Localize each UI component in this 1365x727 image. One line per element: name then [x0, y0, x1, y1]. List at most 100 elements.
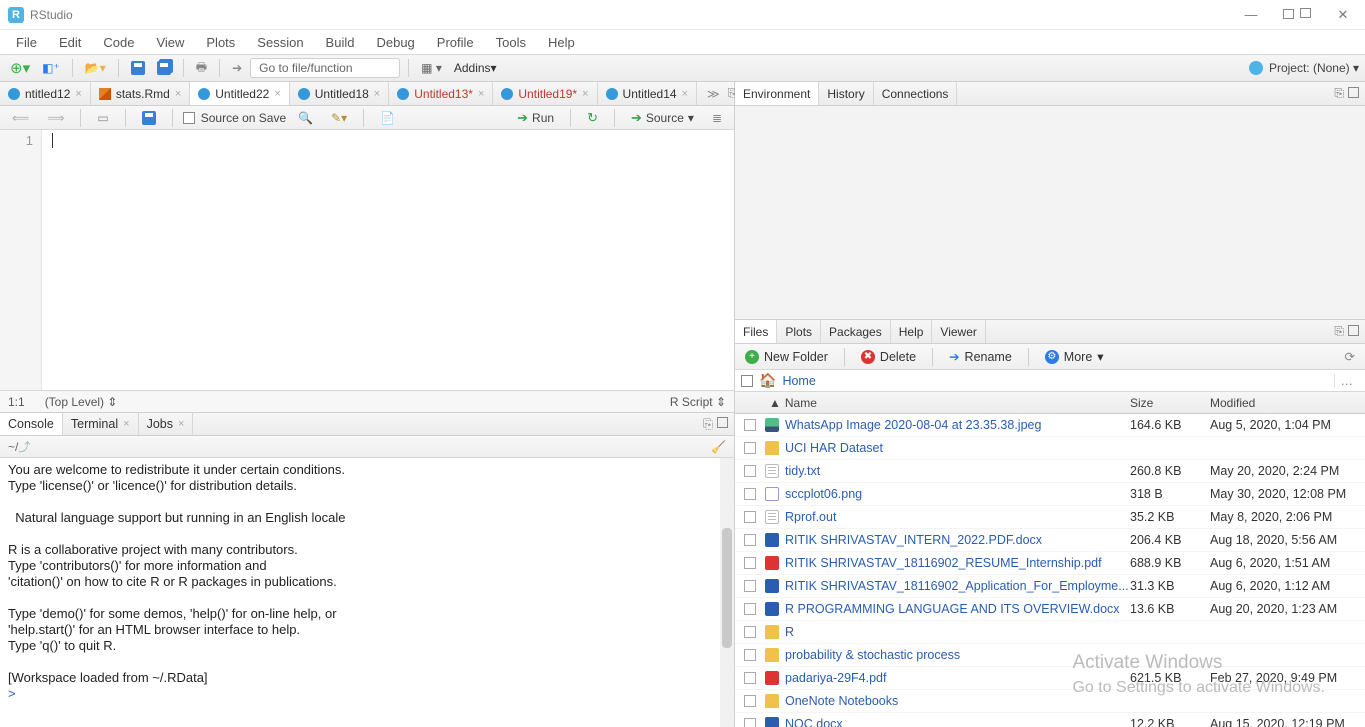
- file-row[interactable]: RITIK SHRIVASTAV_INTERN_2022.PDF.docx206…: [735, 529, 1365, 552]
- env-tab-environment[interactable]: Environment: [735, 82, 819, 105]
- save-all-button[interactable]: [153, 59, 175, 77]
- file-row[interactable]: RITIK SHRIVASTAV_18116902_Application_Fo…: [735, 575, 1365, 598]
- file-checkbox[interactable]: [744, 672, 756, 684]
- new-folder-button[interactable]: +New Folder: [741, 348, 832, 366]
- file-row[interactable]: WhatsApp Image 2020-08-04 at 23.35.38.jp…: [735, 414, 1365, 437]
- files-tab-packages[interactable]: Packages: [821, 320, 891, 343]
- back-button[interactable]: ⟸: [6, 109, 35, 127]
- close-tab-icon[interactable]: ×: [178, 418, 184, 430]
- file-row[interactable]: UCI HAR Dataset: [735, 437, 1365, 460]
- file-row[interactable]: R: [735, 621, 1365, 644]
- delete-button[interactable]: ✖Delete: [857, 348, 920, 366]
- find-button[interactable]: 🔍: [292, 109, 319, 127]
- scope-selector[interactable]: (Top Level) ⇕: [45, 395, 118, 409]
- menu-profile[interactable]: Profile: [427, 32, 484, 53]
- console-pane-popout-icon[interactable]: ⎘: [703, 417, 713, 432]
- menu-code[interactable]: Code: [93, 32, 144, 53]
- close-tab-icon[interactable]: ×: [374, 88, 380, 100]
- menu-plots[interactable]: Plots: [196, 32, 245, 53]
- file-row[interactable]: probability & stochastic process: [735, 644, 1365, 667]
- col-size[interactable]: Size: [1130, 396, 1210, 410]
- clear-console-button[interactable]: 🧹: [711, 440, 726, 454]
- source-tab[interactable]: Untitled13*×: [389, 82, 493, 105]
- file-checkbox[interactable]: [744, 580, 756, 592]
- file-row[interactable]: RITIK SHRIVASTAV_18116902_RESUME_Interns…: [735, 552, 1365, 575]
- close-tab-icon[interactable]: ×: [274, 88, 280, 100]
- file-checkbox[interactable]: [744, 557, 756, 569]
- goto-file-input[interactable]: Go to file/function: [250, 58, 400, 78]
- close-tab-icon[interactable]: ×: [682, 88, 688, 100]
- code-editor[interactable]: 1: [0, 130, 734, 390]
- menu-session[interactable]: Session: [247, 32, 313, 53]
- close-tab-icon[interactable]: ×: [175, 88, 181, 100]
- close-tab-icon[interactable]: ×: [582, 88, 588, 100]
- file-row[interactable]: OneNote Notebooks: [735, 690, 1365, 713]
- close-button[interactable]: ✕: [1329, 7, 1357, 23]
- file-row[interactable]: R PROGRAMMING LANGUAGE AND ITS OVERVIEW.…: [735, 598, 1365, 621]
- console-pane-maximize-icon[interactable]: [717, 417, 728, 431]
- print-button[interactable]: 🖶: [192, 56, 211, 81]
- source-button[interactable]: ➔Source ▾: [625, 108, 700, 128]
- file-row[interactable]: sccplot06.png318 BMay 30, 2020, 12:08 PM: [735, 483, 1365, 506]
- rename-button[interactable]: ➔Rename: [945, 347, 1016, 366]
- new-project-button[interactable]: ◧⁺: [38, 59, 64, 77]
- wand-button[interactable]: ✎▾: [325, 109, 353, 127]
- menu-view[interactable]: View: [146, 32, 194, 53]
- files-tab-files[interactable]: Files: [735, 320, 777, 343]
- menu-file[interactable]: File: [6, 32, 47, 53]
- file-checkbox[interactable]: [744, 419, 756, 431]
- file-checkbox[interactable]: [744, 534, 756, 546]
- console-scrollbar[interactable]: [720, 458, 734, 727]
- files-pane-popout-icon[interactable]: ⎘: [1334, 324, 1344, 339]
- home-icon[interactable]: 🏠: [759, 372, 776, 389]
- file-checkbox[interactable]: [744, 511, 756, 523]
- col-modified[interactable]: Modified: [1210, 396, 1365, 410]
- source-tab[interactable]: Untitled18×: [290, 82, 389, 105]
- file-row[interactable]: NOC.docx12.2 KBAug 15, 2020, 12:19 PM: [735, 713, 1365, 727]
- env-tab-connections[interactable]: Connections: [874, 82, 958, 105]
- outline-button[interactable]: ≣: [706, 109, 728, 127]
- file-checkbox[interactable]: [744, 649, 756, 661]
- file-checkbox[interactable]: [744, 626, 756, 638]
- close-tab-icon[interactable]: ×: [75, 88, 81, 100]
- file-checkbox[interactable]: [744, 488, 756, 500]
- files-tab-viewer[interactable]: Viewer: [932, 320, 985, 343]
- file-row[interactable]: tidy.txt260.8 KBMay 20, 2020, 2:24 PM: [735, 460, 1365, 483]
- file-checkbox[interactable]: [744, 465, 756, 477]
- console-output[interactable]: You are welcome to redistribute it under…: [0, 458, 734, 727]
- file-row[interactable]: padariya-29F4.pdf621.5 KBFeb 27, 2020, 9…: [735, 667, 1365, 690]
- files-tab-plots[interactable]: Plots: [777, 320, 821, 343]
- project-menu[interactable]: Project: (None) ▾: [1269, 61, 1359, 75]
- rerun-button[interactable]: ↻: [581, 108, 604, 128]
- compile-report-button[interactable]: 📄: [374, 109, 401, 127]
- menu-tools[interactable]: Tools: [486, 32, 536, 53]
- forward-button[interactable]: ⟹: [41, 109, 70, 127]
- breadcrumb-home[interactable]: Home: [782, 374, 815, 388]
- open-file-button[interactable]: 📂▾: [81, 59, 110, 77]
- close-tab-icon[interactable]: ×: [123, 418, 129, 430]
- language-selector[interactable]: R Script ⇕: [670, 395, 726, 409]
- file-checkbox[interactable]: [744, 442, 756, 454]
- breadcrumb-more[interactable]: …: [1334, 374, 1360, 388]
- console-popout-icon[interactable]: ⤴: [18, 438, 30, 455]
- source-tab[interactable]: ntitled12×: [0, 82, 91, 105]
- file-row[interactable]: Rprof.out35.2 KBMay 8, 2020, 2:06 PM: [735, 506, 1365, 529]
- tabs-overflow-button[interactable]: ≫: [703, 87, 724, 101]
- file-checkbox[interactable]: [744, 718, 756, 727]
- run-button[interactable]: ➔Run: [511, 108, 560, 128]
- minimize-button[interactable]: —: [1237, 7, 1265, 23]
- source-tab[interactable]: Untitled19*×: [493, 82, 597, 105]
- file-checkbox[interactable]: [744, 695, 756, 707]
- select-all-checkbox[interactable]: [741, 375, 753, 387]
- save-button[interactable]: [127, 59, 149, 77]
- save-doc-button[interactable]: [136, 109, 162, 127]
- source-tab[interactable]: Untitled22×: [190, 82, 289, 105]
- menu-help[interactable]: Help: [538, 32, 585, 53]
- source-tab[interactable]: Untitled14×: [598, 82, 697, 105]
- menu-build[interactable]: Build: [316, 32, 365, 53]
- console-tab-console[interactable]: Console: [0, 413, 63, 435]
- console-tab-jobs[interactable]: Jobs×: [139, 413, 194, 435]
- console-tab-terminal[interactable]: Terminal×: [63, 413, 139, 435]
- more-button[interactable]: ⚙More ▾: [1041, 347, 1108, 366]
- files-tab-help[interactable]: Help: [891, 320, 933, 343]
